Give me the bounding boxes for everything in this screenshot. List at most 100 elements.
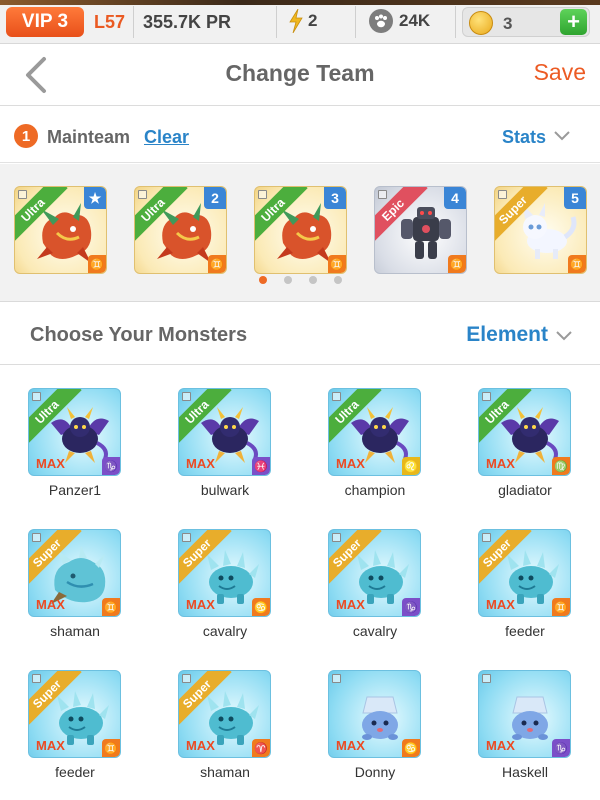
monster-name: feeder bbox=[55, 764, 95, 780]
monster-name: cavalry bbox=[202, 623, 248, 639]
monster-card[interactable]: Super MAX ♈ bbox=[178, 670, 271, 758]
monster-cell[interactable]: Ultra MAX ♍ gladiator bbox=[450, 366, 600, 506]
element-icon: ♍ bbox=[552, 457, 570, 475]
monster-name: shaman bbox=[200, 764, 250, 780]
monster-cell[interactable]: Super MAX ♊ feeder bbox=[0, 648, 150, 788]
element-icon: ♊ bbox=[208, 255, 226, 273]
monster-card[interactable]: Super MAX ♑ bbox=[328, 529, 421, 617]
max-level-label: MAX bbox=[36, 738, 65, 753]
page-indicator bbox=[0, 276, 600, 284]
max-level-label: MAX bbox=[336, 597, 365, 612]
team-slot-2[interactable]: Ultra 2 ♊ bbox=[134, 186, 227, 274]
page-dot[interactable] bbox=[333, 276, 342, 284]
divider bbox=[455, 6, 456, 38]
team-number-badge: 1 bbox=[14, 124, 38, 148]
app-screen: VIP 3 L57 355.7K PR 2 24K 3 + Change Tea… bbox=[0, 0, 600, 800]
element-icon: ♊ bbox=[102, 739, 120, 757]
slot-position-badge: 4 bbox=[444, 187, 466, 209]
monster-cell[interactable]: Super MAX ♊ shaman bbox=[0, 507, 150, 647]
element-icon: ♊ bbox=[448, 255, 466, 273]
card-corner-icon bbox=[498, 190, 507, 199]
monster-card[interactable]: Ultra MAX ♓ bbox=[178, 388, 271, 476]
power-rating: 355.7K PR bbox=[143, 12, 232, 32]
monster-cell[interactable]: Super MAX ♈ shaman bbox=[150, 648, 300, 788]
monster-card[interactable]: Ultra MAX ♍ bbox=[478, 388, 571, 476]
monster-cell[interactable]: Ultra MAX ♑ Panzer1 bbox=[0, 366, 150, 506]
monster-name: gladiator bbox=[498, 482, 552, 498]
monster-card[interactable]: Super MAX ♊ bbox=[28, 670, 121, 758]
monster-card[interactable]: Ultra MAX ♑ bbox=[28, 388, 121, 476]
monster-name: feeder bbox=[505, 623, 545, 639]
card-corner-icon bbox=[182, 533, 191, 542]
monster-grid: Ultra MAX ♑ Panzer1 Ultra MAX ♓ bulwark Ultra MAX… bbox=[0, 366, 600, 800]
max-level-label: MAX bbox=[186, 597, 215, 612]
max-level-label: MAX bbox=[486, 597, 515, 612]
slot-position-badge: 5 bbox=[564, 187, 586, 209]
monster-cell[interactable]: MAX ♋ Donny bbox=[300, 648, 450, 788]
card-corner-icon bbox=[182, 392, 191, 401]
card-corner-icon bbox=[18, 190, 27, 199]
card-corner-icon bbox=[138, 190, 147, 199]
element-icon: ♊ bbox=[102, 598, 120, 616]
monster-cell[interactable]: MAX ♑ Haskell bbox=[450, 648, 600, 788]
energy-value: 2 bbox=[308, 11, 318, 30]
element-icon: ♌ bbox=[402, 457, 420, 475]
page-dot[interactable] bbox=[308, 276, 317, 284]
card-corner-icon bbox=[32, 533, 41, 542]
element-filter-dropdown[interactable]: Element bbox=[466, 323, 548, 347]
coin-value: 3 bbox=[503, 14, 513, 33]
card-corner-icon bbox=[332, 674, 341, 683]
monster-card[interactable]: Ultra MAX ♌ bbox=[328, 388, 421, 476]
monster-cell[interactable]: Ultra MAX ♓ bulwark bbox=[150, 366, 300, 506]
element-icon: ♊ bbox=[568, 255, 586, 273]
card-corner-icon bbox=[482, 392, 491, 401]
card-corner-icon bbox=[482, 533, 491, 542]
paw-icon bbox=[369, 9, 393, 33]
monster-cell[interactable]: Ultra MAX ♌ champion bbox=[300, 366, 450, 506]
card-corner-icon bbox=[32, 674, 41, 683]
save-button[interactable]: Save bbox=[534, 59, 586, 86]
monster-name: champion bbox=[344, 482, 406, 498]
vip-badge[interactable]: VIP 3 bbox=[6, 7, 84, 37]
choose-monsters-header: Choose Your Monsters Element bbox=[0, 303, 600, 365]
element-icon: ♋ bbox=[402, 739, 420, 757]
chevron-down-icon[interactable] bbox=[554, 131, 570, 141]
monster-card[interactable]: MAX ♑ bbox=[478, 670, 571, 758]
energy-counter[interactable]: 2 bbox=[288, 9, 317, 33]
monster-name: bulwark bbox=[200, 482, 250, 498]
page-dot[interactable] bbox=[258, 276, 267, 284]
team-slot-3[interactable]: Ultra 3 ♊ bbox=[254, 186, 347, 274]
chevron-down-icon[interactable] bbox=[556, 331, 572, 341]
team-slot-4[interactable]: Epic 4 ♊ bbox=[374, 186, 467, 274]
monster-card[interactable]: Super MAX ♋ bbox=[178, 529, 271, 617]
team-slots: Ultra ★ ♊ Ultra 2 ♊ Ultra 3 ♊ Epic 4 ♊ Super 5 ♊ bbox=[0, 164, 600, 302]
food-counter[interactable]: 24K bbox=[369, 9, 430, 33]
element-icon: ♊ bbox=[328, 255, 346, 273]
monster-name: Donny bbox=[354, 764, 396, 780]
slot-position-badge: ★ bbox=[84, 187, 106, 209]
team-slot-1[interactable]: Ultra ★ ♊ bbox=[14, 186, 107, 274]
monster-name: shaman bbox=[50, 623, 100, 639]
element-icon: ♓ bbox=[252, 457, 270, 475]
status-bar: VIP 3 L57 355.7K PR 2 24K 3 + bbox=[0, 0, 600, 44]
monster-cell[interactable]: Super MAX ♑ cavalry bbox=[300, 507, 450, 647]
monster-cell[interactable]: Super MAX ♊ feeder bbox=[450, 507, 600, 647]
element-icon: ♊ bbox=[552, 598, 570, 616]
divider bbox=[276, 6, 277, 38]
clear-team-link[interactable]: Clear bbox=[144, 127, 189, 148]
monster-card[interactable]: Super MAX ♊ bbox=[478, 529, 571, 617]
monster-card[interactable]: MAX ♋ bbox=[328, 670, 421, 758]
max-level-label: MAX bbox=[186, 456, 215, 471]
team-name: Mainteam bbox=[47, 127, 131, 147]
food-value: 24K bbox=[399, 11, 431, 30]
stats-dropdown[interactable]: Stats bbox=[502, 127, 546, 148]
monster-cell[interactable]: Super MAX ♋ cavalry bbox=[150, 507, 300, 647]
element-icon: ♑ bbox=[402, 598, 420, 616]
coin-counter: 3 + bbox=[462, 7, 590, 37]
add-coins-button[interactable]: + bbox=[560, 9, 587, 35]
monster-card[interactable]: Super MAX ♊ bbox=[28, 529, 121, 617]
max-level-label: MAX bbox=[186, 738, 215, 753]
page-dot[interactable] bbox=[283, 276, 292, 284]
monster-name: Panzer1 bbox=[48, 482, 102, 498]
team-slot-5[interactable]: Super 5 ♊ bbox=[494, 186, 587, 274]
